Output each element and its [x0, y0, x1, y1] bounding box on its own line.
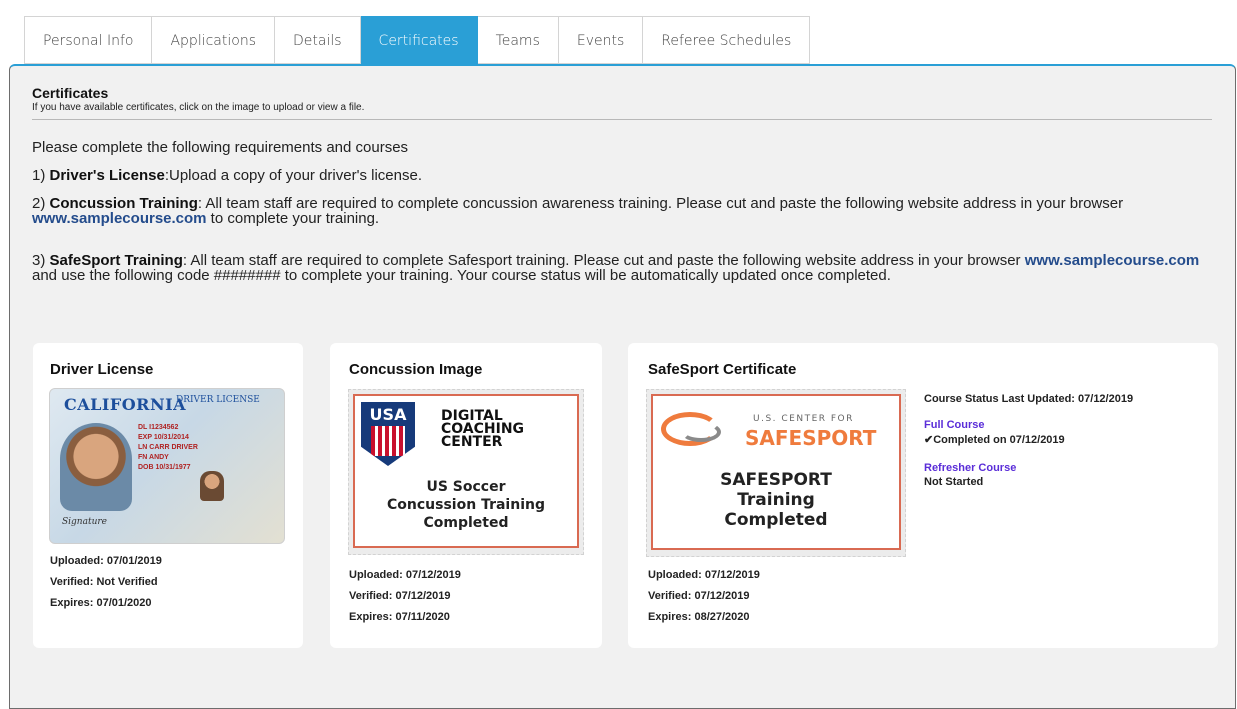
refresher-course-status: Not Started — [924, 476, 984, 488]
requirement-text: to complete your training. — [206, 210, 380, 227]
expires-date: Expires: 07/01/2020 — [50, 597, 152, 609]
verified-status: Verified: Not Verified — [50, 576, 158, 588]
card-title: Driver License — [50, 361, 154, 378]
requirement-drivers-license: 1) Driver's License:Upload a copy of you… — [32, 168, 1212, 183]
tab-teams[interactable]: Teams — [477, 16, 559, 64]
section-header: Certificates If you have available certi… — [32, 85, 1212, 120]
driver-license-card: Driver License CALIFORNIA DRIVER LICENSE… — [33, 343, 303, 648]
certificate-frame: U.S. CENTER FOR SAFESPORT SAFESPORT Trai… — [651, 394, 901, 550]
certificates-panel: Certificates If you have available certi… — [9, 64, 1236, 709]
license-tag: DRIVER LICENSE — [176, 395, 260, 405]
section-subtitle: If you have available certificates, clic… — [32, 102, 365, 113]
concussion-card: Concussion Image USA DIGITAL COACHING CE… — [330, 343, 602, 648]
uploaded-date: Uploaded: 07/12/2019 — [648, 569, 760, 581]
usa-shield-icon: USA — [361, 402, 415, 466]
card-meta: Uploaded: 07/01/2019 Verified: Not Verif… — [50, 551, 162, 614]
requirement-title: Driver's License — [49, 167, 165, 184]
safesport-center-text: U.S. CENTER FOR — [753, 414, 854, 424]
card-title: SafeSport Certificate — [648, 361, 797, 378]
license-signature: Signature — [62, 517, 108, 527]
tab-details[interactable]: Details — [275, 16, 361, 64]
requirement-text: and use the following code ######## to c… — [32, 267, 891, 284]
concussion-image[interactable]: USA DIGITAL COACHING CENTER US Soccer Co… — [348, 389, 584, 555]
requirement-safesport-training: 3) SafeSport Training: All team staff ar… — [32, 253, 1212, 283]
expires-date: Expires: 08/27/2020 — [648, 611, 750, 623]
course-status-block: Course Status Last Updated: 07/12/2019 F… — [924, 393, 1133, 488]
safesport-card: SafeSport Certificate U.S. CENTER FOR SA… — [628, 343, 1218, 648]
expires-date: Expires: 07/11/2020 — [349, 611, 450, 623]
certificate-text: US Soccer Concussion Training Completed — [387, 479, 545, 531]
section-title: Certificates — [32, 85, 109, 101]
tab-bar: Personal Info Applications Details Certi… — [24, 16, 811, 64]
full-course-link[interactable]: Full Course — [924, 419, 1133, 431]
refresher-course-link[interactable]: Refresher Course — [924, 462, 1133, 474]
status-last-updated: Course Status Last Updated: 07/12/2019 — [924, 393, 1134, 405]
license-photo — [60, 423, 132, 511]
tab-personal-info[interactable]: Personal Info — [24, 16, 153, 64]
card-meta: Uploaded: 07/12/2019 Verified: 07/12/201… — [349, 565, 461, 628]
instructions-intro: Please complete the following requiremen… — [32, 139, 409, 156]
tab-certificates[interactable]: Certificates — [360, 16, 478, 64]
tab-events[interactable]: Events — [558, 16, 644, 64]
uploaded-date: Uploaded: 07/01/2019 — [50, 555, 162, 567]
tab-referee-schedules[interactable]: Referee Schedules — [643, 16, 811, 64]
course-link[interactable]: www.samplecourse.com — [32, 210, 207, 227]
license-details: DL I1234562 EXP 10/31/2014 LN CARR DRIVE… — [138, 424, 198, 471]
certificate-text: SAFESPORT Training Completed — [720, 470, 832, 530]
driver-license-image[interactable]: CALIFORNIA DRIVER LICENSE DL I1234562 EX… — [49, 388, 285, 544]
full-course-status: ✔Completed on 07/12/2019 — [924, 434, 1065, 446]
verified-status: Verified: 07/12/2019 — [648, 590, 750, 602]
license-mini-photo — [200, 471, 224, 501]
safesport-brand-text: SAFESPORT — [745, 426, 877, 450]
uploaded-date: Uploaded: 07/12/2019 — [349, 569, 461, 581]
requirement-text: :Upload a copy of your driver's license. — [164, 167, 422, 184]
card-title: Concussion Image — [349, 361, 483, 378]
safesport-image[interactable]: U.S. CENTER FOR SAFESPORT SAFESPORT Trai… — [646, 389, 906, 557]
license-state: CALIFORNIA — [64, 395, 186, 414]
course-link[interactable]: www.samplecourse.com — [1025, 252, 1200, 269]
certificate-frame: USA DIGITAL COACHING CENTER US Soccer Co… — [353, 394, 579, 548]
tab-applications[interactable]: Applications — [152, 16, 275, 64]
requirement-number: 1) — [32, 167, 46, 184]
instructions: Please complete the following requiremen… — [32, 140, 1212, 296]
requirement-concussion-training: 2) Concussion Training: All team staff a… — [32, 196, 1212, 226]
dcc-logo-text: DIGITAL COACHING CENTER — [441, 408, 525, 450]
card-meta: Uploaded: 07/12/2019 Verified: 07/12/201… — [648, 565, 760, 628]
verified-status: Verified: 07/12/2019 — [349, 590, 451, 602]
